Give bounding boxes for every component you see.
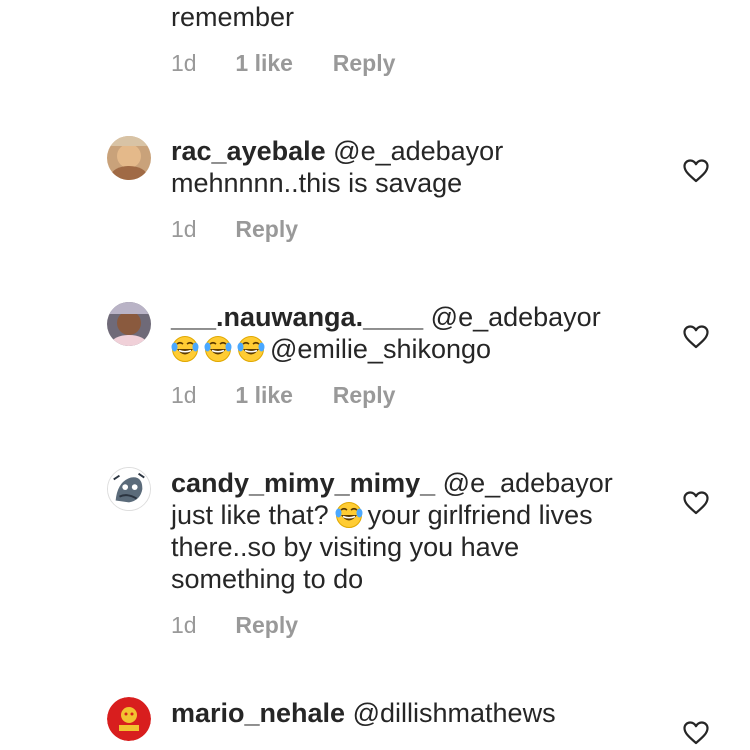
- comment-likes-link[interactable]: 1 like: [235, 381, 326, 409]
- comment-meta: 1d 1 like Reply: [171, 381, 395, 409]
- comment-username[interactable]: ___.nauwanga.____: [171, 302, 423, 332]
- comment-body: remember: [171, 1, 294, 33]
- comment-mention[interactable]: @e_adebayor: [333, 136, 503, 166]
- avatar[interactable]: [107, 697, 151, 741]
- face-with-tears-of-joy-icon: [171, 336, 199, 362]
- avatar-photo-icon: [107, 136, 151, 180]
- comment-mention[interactable]: @e_adebayor: [443, 468, 613, 498]
- comment-username[interactable]: mario_nehale: [171, 698, 345, 728]
- comments-screen: remember 1d 1 like Reply rac_ayebale @e_…: [0, 0, 750, 750]
- face-with-tears-of-joy-icon: [204, 336, 232, 362]
- avatar[interactable]: [107, 136, 151, 180]
- comment-text: something to do: [171, 564, 364, 594]
- reply-button[interactable]: Reply: [333, 381, 396, 409]
- comment-text: just like that?: [171, 500, 329, 530]
- comment-body: @emilie_shikongo: [171, 333, 491, 365]
- comment-header: rac_ayebale @e_adebayor: [171, 135, 503, 167]
- avatar-photo-icon: [107, 302, 151, 346]
- comment-text: there..so by visiting you have: [171, 532, 520, 562]
- comment-time: 1d: [171, 50, 197, 76]
- reply-button[interactable]: Reply: [333, 49, 396, 77]
- comment-meta: 1d Reply: [171, 611, 298, 639]
- comment-time: 1d: [171, 612, 197, 638]
- comment-body: mehnnnn..this is savage: [171, 167, 462, 199]
- comment-time: 1d: [171, 382, 197, 408]
- comment-body: just like that? your girlfriend lives: [171, 499, 593, 531]
- heart-outline-icon[interactable]: [683, 491, 709, 515]
- face-with-tears-of-joy-icon: [237, 336, 265, 362]
- comment-body: there..so by visiting you have: [171, 531, 519, 563]
- comment-mention[interactable]: @emilie_shikongo: [270, 334, 491, 364]
- avatar-red-logo-icon: [107, 697, 151, 741]
- avatar[interactable]: [107, 302, 151, 346]
- comment-username[interactable]: rac_ayebale: [171, 136, 326, 166]
- comment-header: ___.nauwanga.____ @e_adebayor: [171, 301, 601, 333]
- reply-button[interactable]: Reply: [235, 611, 298, 639]
- avatar-illustration-icon: [108, 468, 150, 510]
- comment-mention[interactable]: @e_adebayor: [431, 302, 601, 332]
- comment-username[interactable]: candy_mimy_mimy_: [171, 468, 435, 498]
- heart-outline-icon[interactable]: [683, 325, 709, 349]
- comment-body: something to do: [171, 563, 363, 595]
- heart-outline-icon[interactable]: [683, 159, 709, 183]
- comment-header: candy_mimy_mimy_ @e_adebayor: [171, 467, 613, 499]
- face-with-tears-of-joy-icon: [335, 502, 363, 528]
- comment-meta: 1d Reply: [171, 215, 298, 243]
- comment-header: mario_nehale @dillishmathews: [171, 697, 556, 729]
- heart-outline-icon[interactable]: [683, 721, 709, 745]
- comment-time: 1d: [171, 216, 197, 242]
- comment-text: your girlfriend lives: [367, 500, 593, 530]
- comment-likes-link[interactable]: 1 like: [235, 49, 326, 77]
- reply-button[interactable]: Reply: [235, 215, 298, 243]
- comment-text: mehnnnn..this is savage: [171, 168, 463, 198]
- comment-text: remember: [171, 2, 295, 32]
- avatar[interactable]: [107, 467, 151, 511]
- comment-meta: 1d 1 like Reply: [171, 49, 395, 77]
- comment-mention[interactable]: @dillishmathews: [353, 698, 556, 728]
